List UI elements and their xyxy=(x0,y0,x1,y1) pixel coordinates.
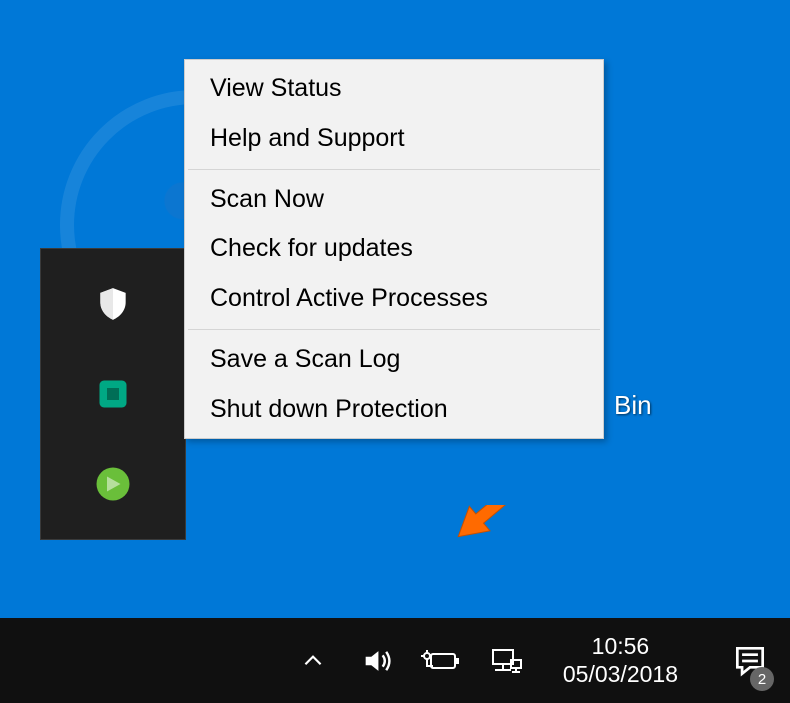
menu-item-check-updates[interactable]: Check for updates xyxy=(186,224,602,274)
clock-date: 05/03/2018 xyxy=(563,661,678,689)
square-icon[interactable] xyxy=(93,374,133,414)
menu-separator xyxy=(188,329,600,330)
desktop-icon-label-bin[interactable]: Bin xyxy=(614,390,652,421)
annotation-arrow-icon xyxy=(452,505,524,565)
menu-item-shut-down-protection[interactable]: Shut down Protection xyxy=(186,385,602,435)
desktop[interactable]: PC risk.com View Status Help and Support xyxy=(0,0,790,703)
volume-icon[interactable] xyxy=(357,641,397,681)
tray-context-menu[interactable]: View Status Help and Support Scan Now Ch… xyxy=(184,59,604,439)
action-center-icon[interactable]: 2 xyxy=(716,618,784,703)
menu-item-save-scan-log[interactable]: Save a Scan Log xyxy=(186,335,602,385)
tray-overflow-chevron-icon[interactable] xyxy=(293,641,333,681)
menu-item-scan-now[interactable]: Scan Now xyxy=(186,175,602,225)
menu-item-help-support[interactable]: Help and Support xyxy=(186,114,602,164)
taskbar-clock[interactable]: 10:56 05/03/2018 xyxy=(549,633,692,688)
green-dot-icon[interactable] xyxy=(93,464,133,504)
network-icon[interactable] xyxy=(485,641,525,681)
menu-separator xyxy=(188,169,600,170)
menu-item-view-status[interactable]: View Status xyxy=(186,64,602,114)
menu-item-control-processes[interactable]: Control Active Processes xyxy=(186,274,602,324)
shield-icon[interactable] xyxy=(93,284,133,324)
notification-badge: 2 xyxy=(750,667,774,691)
tray-overflow-panel[interactable] xyxy=(40,248,186,540)
taskbar[interactable]: 10:56 05/03/2018 2 xyxy=(0,618,790,703)
clock-time: 10:56 xyxy=(592,633,650,661)
system-tray[interactable]: 10:56 05/03/2018 2 xyxy=(293,618,790,703)
power-battery-icon[interactable] xyxy=(421,641,461,681)
